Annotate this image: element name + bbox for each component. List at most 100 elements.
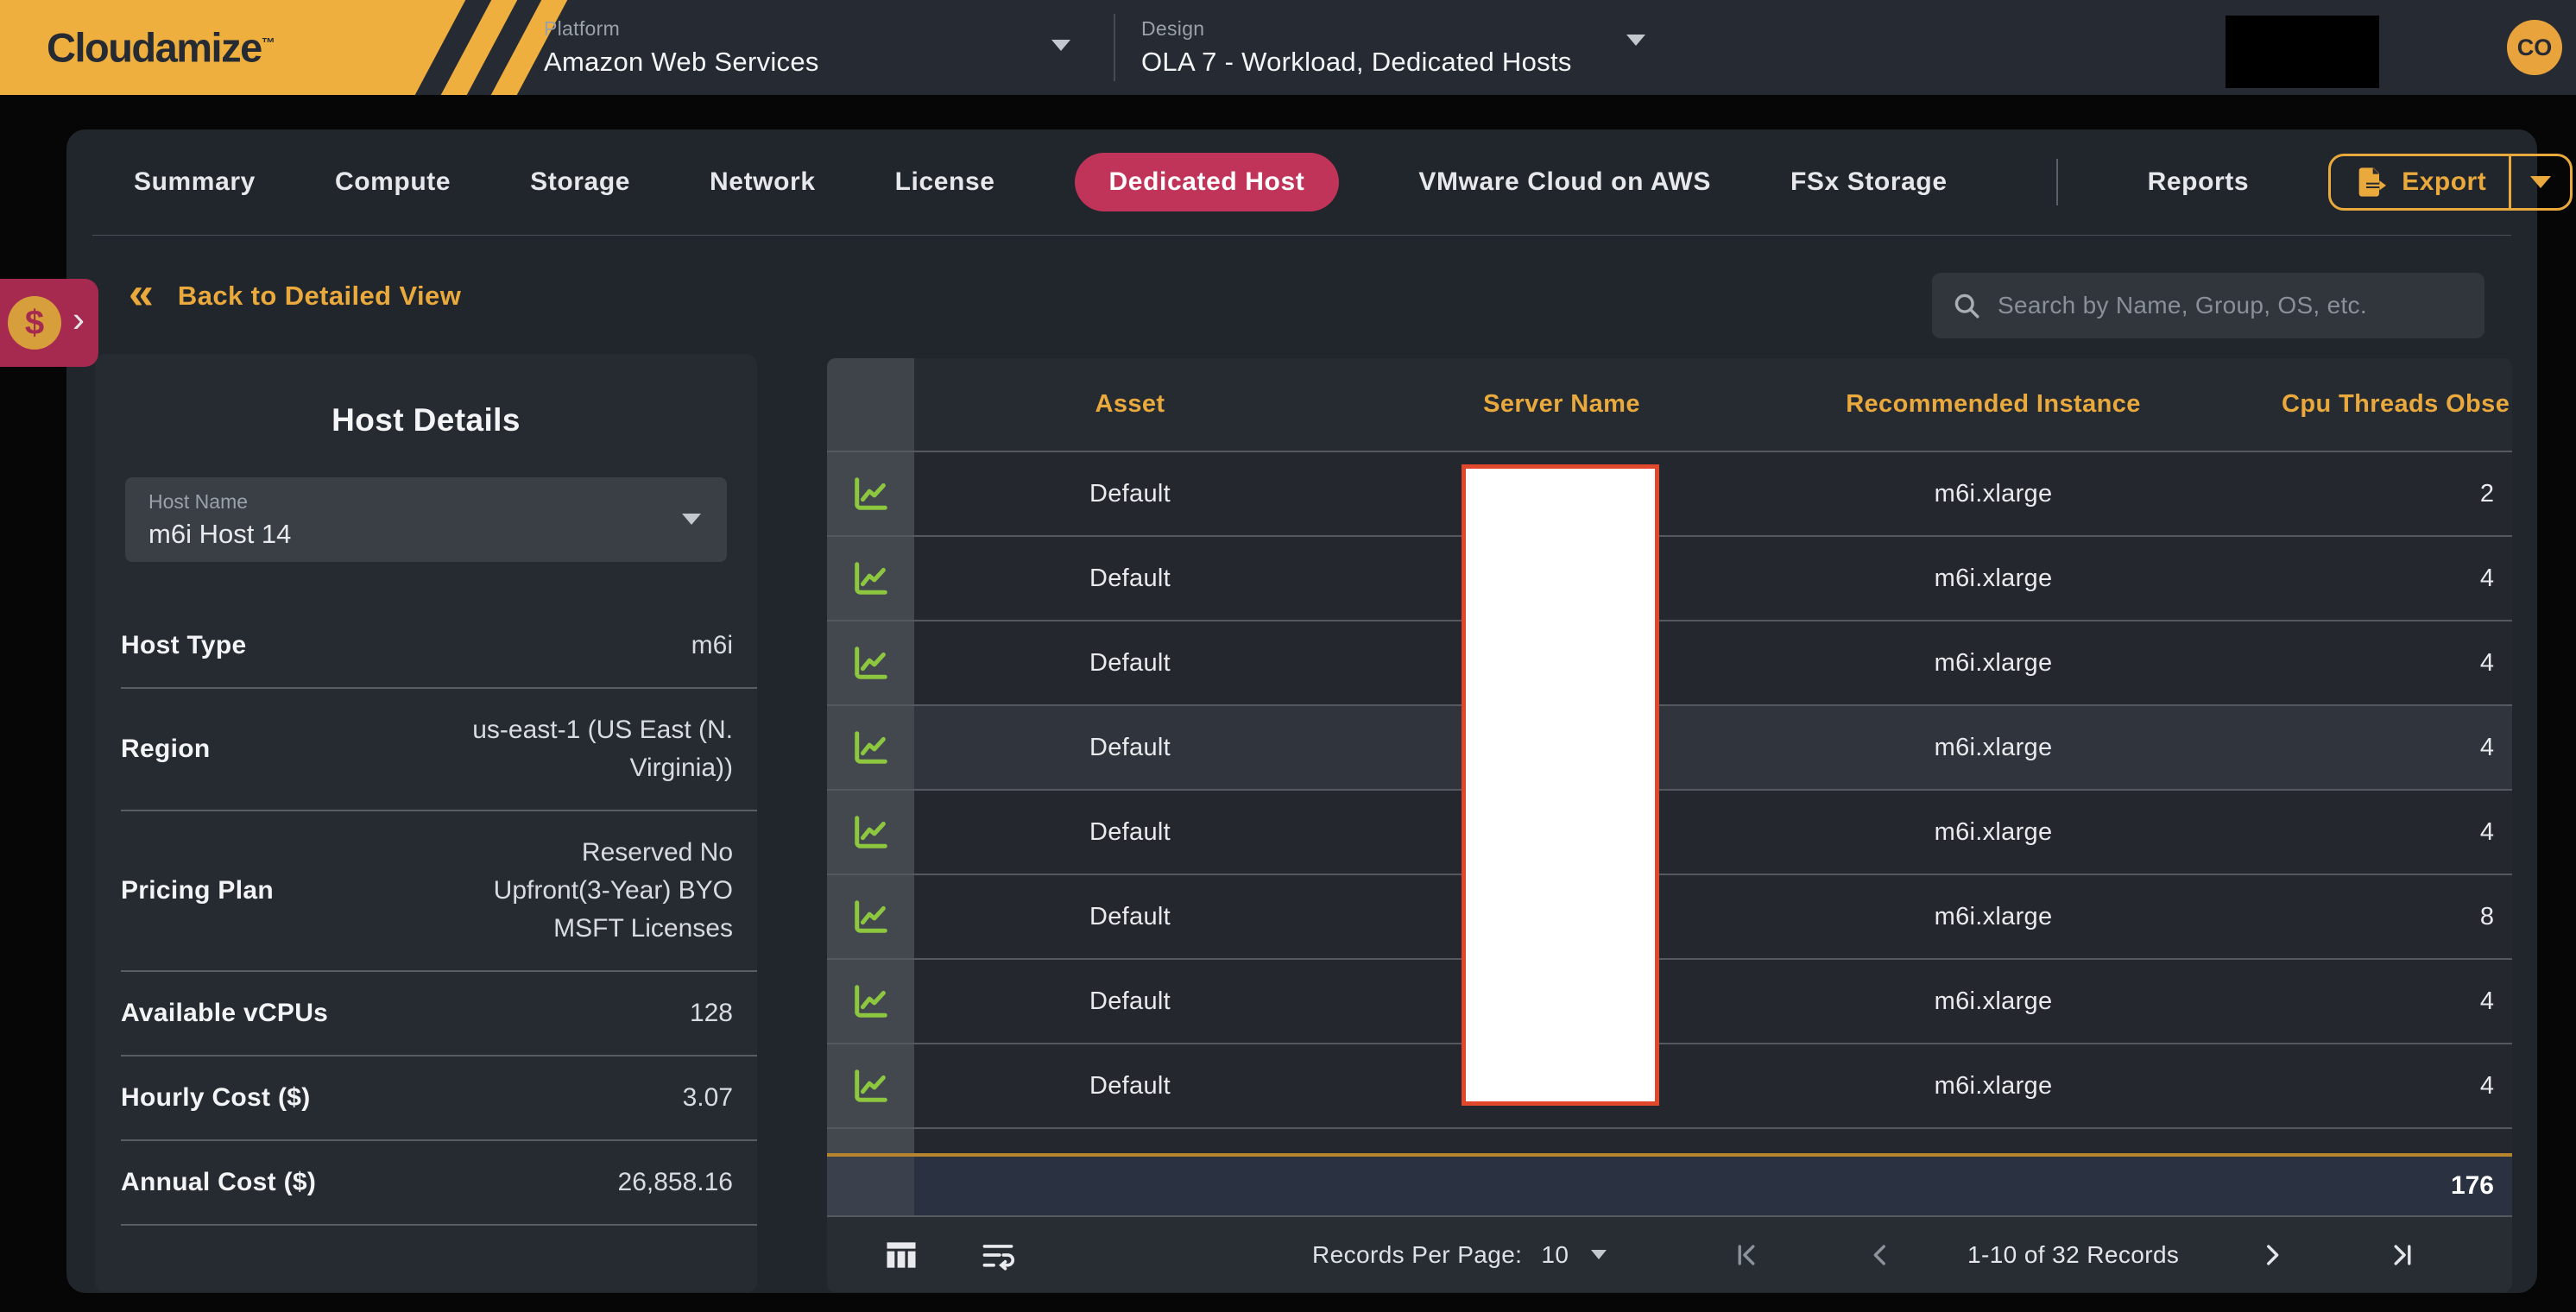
cost-side-tab[interactable]: $ › bbox=[0, 279, 98, 367]
table-row[interactable]: Default m6i.xlarge 4 bbox=[827, 958, 2512, 1043]
table-footer: Records Per Page: 10 1-10 of 32 Records bbox=[827, 1215, 2512, 1292]
servers-table-card: Asset Server Name Recommended Instance C… bbox=[827, 358, 2512, 1292]
total-threads-value: 176 bbox=[2209, 1157, 2494, 1215]
dollar-icon: $ bbox=[8, 296, 61, 350]
chart-column-header bbox=[827, 358, 914, 451]
attr-value: 3.07 bbox=[683, 1079, 733, 1117]
nav-divider bbox=[2056, 159, 2058, 205]
records-per-page-control[interactable]: Records Per Page: 10 bbox=[1312, 1241, 1607, 1269]
line-chart-icon bbox=[851, 1066, 891, 1106]
attr-value: 26,858.16 bbox=[618, 1164, 733, 1202]
column-header-cpu-threads[interactable]: Cpu Threads Obse bbox=[2209, 358, 2512, 451]
row-chart-cell[interactable] bbox=[827, 537, 914, 620]
threads-cell: 4 bbox=[2209, 960, 2494, 1043]
threads-cell: 4 bbox=[2209, 621, 2494, 704]
row-chart-cell[interactable] bbox=[827, 621, 914, 704]
tab-fsx-storage[interactable]: FSx Storage bbox=[1790, 167, 1948, 197]
table-row[interactable]: Default m6i.xlarge 4 bbox=[827, 1043, 2512, 1127]
column-header-server-name[interactable]: Server Name bbox=[1346, 358, 1777, 451]
asset-cell: Default bbox=[914, 706, 1346, 789]
redacted-server-names bbox=[1462, 464, 1659, 1106]
chevron-down-icon bbox=[1591, 1250, 1607, 1259]
chevron-down-icon[interactable] bbox=[1626, 35, 1645, 46]
tab-reports[interactable]: Reports bbox=[2148, 167, 2250, 197]
platform-selector[interactable]: Platform Amazon Web Services bbox=[544, 17, 819, 78]
search-input[interactable] bbox=[1998, 292, 2466, 319]
first-page-icon[interactable] bbox=[1732, 1240, 1761, 1270]
row-chart-cell[interactable] bbox=[827, 960, 914, 1043]
row-chart-cell[interactable] bbox=[827, 875, 914, 958]
table-row[interactable]: Default m6i.xlarge 4 bbox=[827, 789, 2512, 874]
last-page-icon[interactable] bbox=[2388, 1240, 2417, 1270]
instance-cell: m6i.xlarge bbox=[1777, 621, 2209, 704]
back-to-detailed-view-link[interactable]: « Back to Detailed View bbox=[129, 276, 461, 316]
chevron-down-icon bbox=[682, 514, 701, 525]
row-chart-cell[interactable] bbox=[827, 706, 914, 789]
export-dropdown-toggle[interactable] bbox=[2511, 156, 2570, 208]
tab-vmware-cloud[interactable]: VMware Cloud on AWS bbox=[1418, 167, 1711, 197]
export-main-action[interactable]: Export bbox=[2331, 156, 2509, 208]
export-file-icon bbox=[2353, 165, 2388, 199]
column-header-recommended-instance[interactable]: Recommended Instance bbox=[1777, 358, 2209, 451]
attr-value: us-east-1 (US East (N. Virginia)) bbox=[472, 711, 733, 787]
threads-cell: 4 bbox=[2209, 791, 2494, 874]
tab-storage[interactable]: Storage bbox=[530, 167, 630, 197]
line-chart-icon bbox=[851, 474, 891, 514]
host-attributes: Host Type m6i Region us-east-1 (US East … bbox=[121, 604, 757, 1226]
host-details-title: Host Details bbox=[95, 354, 757, 438]
search-icon bbox=[1951, 290, 1982, 321]
back-label: Back to Detailed View bbox=[178, 281, 461, 312]
tab-network[interactable]: Network bbox=[710, 167, 816, 197]
chevron-down-icon[interactable] bbox=[1051, 40, 1070, 51]
next-page-icon[interactable] bbox=[2257, 1240, 2287, 1270]
export-label: Export bbox=[2402, 167, 2486, 197]
table-row-clipped bbox=[827, 1127, 2512, 1153]
attr-label: Host Type bbox=[121, 631, 247, 660]
tab-compute[interactable]: Compute bbox=[335, 167, 451, 197]
export-button[interactable]: Export bbox=[2328, 154, 2573, 211]
asset-cell: Default bbox=[914, 452, 1346, 535]
tab-license[interactable]: License bbox=[895, 167, 995, 197]
asset-cell: Default bbox=[914, 537, 1346, 620]
tab-summary[interactable]: Summary bbox=[134, 167, 256, 197]
table-row[interactable]: Default m6i.xlarge 2 bbox=[827, 451, 2512, 535]
attr-label: Region bbox=[121, 735, 210, 764]
threads-cell: 4 bbox=[2209, 1044, 2494, 1127]
threads-cell: 4 bbox=[2209, 537, 2494, 620]
table-header-row: Asset Server Name Recommended Instance C… bbox=[827, 358, 2512, 451]
attr-value: Reserved No Upfront(3-Year) BYO MSFT Lic… bbox=[494, 834, 733, 948]
previous-page-icon[interactable] bbox=[1866, 1240, 1895, 1270]
host-attr-row: Hourly Cost ($) 3.07 bbox=[121, 1057, 757, 1141]
platform-label: Platform bbox=[544, 17, 819, 41]
total-row-spacer bbox=[914, 1157, 2209, 1215]
table-row[interactable]: Default m6i.xlarge 4 bbox=[827, 535, 2512, 620]
tab-dedicated-host[interactable]: Dedicated Host bbox=[1075, 153, 1340, 211]
user-avatar[interactable]: CO bbox=[2507, 20, 2562, 75]
design-selector[interactable]: Design OLA 7 - Workload, Dedicated Hosts bbox=[1141, 17, 1572, 78]
instance-cell: m6i.xlarge bbox=[1777, 791, 2209, 874]
column-header-asset[interactable]: Asset bbox=[914, 358, 1346, 451]
brand-name: Cloudamize™ bbox=[47, 24, 274, 72]
brand-logo: Cloudamize™ bbox=[0, 0, 639, 95]
asset-cell: Default bbox=[914, 1044, 1346, 1127]
host-details-card: Host Details Host Name m6i Host 14 Host … bbox=[95, 354, 757, 1292]
asset-cell: Default bbox=[914, 960, 1346, 1043]
host-name-select[interactable]: Host Name m6i Host 14 bbox=[125, 477, 727, 562]
table-row[interactable]: Default m6i.xlarge 8 bbox=[827, 874, 2512, 958]
attr-label: Pricing Plan bbox=[121, 876, 274, 905]
line-chart-icon bbox=[851, 812, 891, 852]
row-chart-cell[interactable] bbox=[827, 791, 914, 874]
total-row-icon-cell bbox=[827, 1157, 914, 1215]
row-chart-cell[interactable] bbox=[827, 452, 914, 535]
wrap-text-icon[interactable] bbox=[979, 1236, 1017, 1274]
columns-icon[interactable] bbox=[882, 1236, 920, 1274]
host-attr-row: Region us-east-1 (US East (N. Virginia)) bbox=[121, 689, 757, 811]
search-box[interactable] bbox=[1932, 273, 2484, 338]
main-panel: Summary Compute Storage Network License … bbox=[66, 129, 2537, 1293]
row-chart-cell[interactable] bbox=[827, 1044, 914, 1127]
table-row-highlighted[interactable]: Default m6i.xlarge 4 bbox=[827, 704, 2512, 789]
host-attr-row: Host Type m6i bbox=[121, 604, 757, 689]
records-per-page-value[interactable]: 10 bbox=[1541, 1241, 1569, 1269]
threads-cell: 8 bbox=[2209, 875, 2494, 958]
table-row[interactable]: Default m6i.xlarge 4 bbox=[827, 620, 2512, 704]
